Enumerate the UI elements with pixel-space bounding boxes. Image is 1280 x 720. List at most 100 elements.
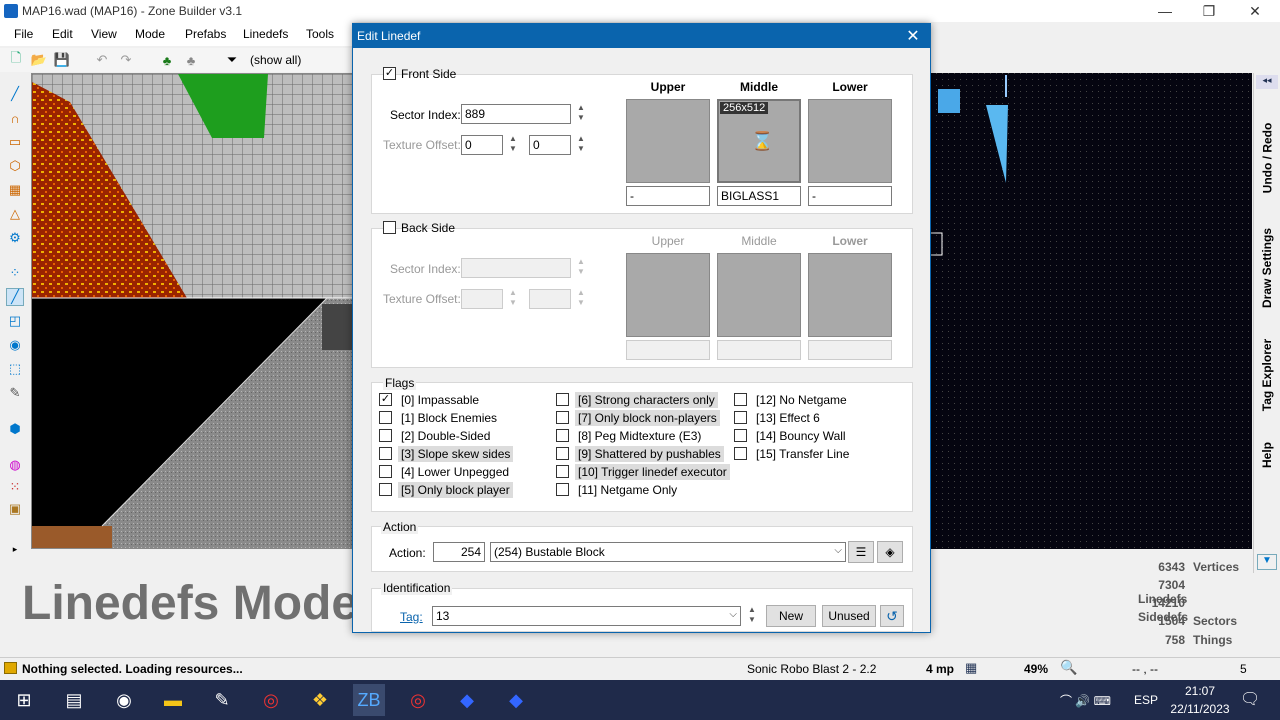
tab-help[interactable]: Help [1255, 430, 1279, 480]
action-browse-button[interactable]: ☰ [848, 541, 874, 563]
back-offset-x-spinner[interactable]: ▲ ▼ [507, 288, 519, 310]
front-lower-texture[interactable] [808, 99, 892, 183]
sectors-mode-icon[interactable]: ◰ [6, 312, 24, 330]
flag-checkbox[interactable] [556, 393, 569, 406]
flag-checkbox[interactable] [734, 429, 747, 442]
flag-checkbox[interactable] [734, 447, 747, 460]
open-map-icon[interactable]: 📂 [30, 51, 48, 69]
front-middle-texture-name[interactable]: BIGLASS1 [717, 186, 801, 206]
flag-checkbox[interactable] [379, 429, 392, 442]
back-middle-texture-name[interactable] [717, 340, 801, 360]
taskbar-srb2-icon[interactable]: ◆ [451, 684, 483, 716]
save-map-icon[interactable]: 💾 [53, 51, 71, 69]
flag-checkbox[interactable]: ✓ [379, 393, 392, 406]
tree-icon[interactable]: ♣ [158, 51, 176, 69]
front-upper-texture-name[interactable]: - [626, 186, 710, 206]
expand-toolstrip-icon[interactable]: ▸ [6, 540, 24, 558]
taskbar-chrome2-icon[interactable]: ◎ [402, 684, 434, 716]
menu-mode[interactable]: Mode [135, 27, 165, 41]
back-side-checkbox[interactable] [383, 221, 396, 234]
edit-mode-icon[interactable]: ✎ [6, 384, 24, 402]
windows-start-icon[interactable]: ⊞ [8, 684, 40, 716]
grid-size-icon[interactable]: ▦ [965, 660, 977, 676]
tab-tag-explorer[interactable]: Tag Explorer [1255, 320, 1279, 430]
flag-row[interactable]: [5] Only block player [379, 481, 559, 498]
status-game[interactable]: Sonic Robo Blast 2 - 2.2 [747, 662, 876, 676]
taskbar-chrome-icon[interactable]: ◎ [255, 684, 287, 716]
taskbar-paint-icon[interactable]: ✎ [206, 684, 238, 716]
gear-tool-icon[interactable]: ⚙ [6, 229, 24, 247]
flag-checkbox[interactable] [379, 411, 392, 424]
back-upper-texture-name[interactable] [626, 340, 710, 360]
flag-row[interactable]: [4] Lower Unpegged [379, 463, 559, 480]
ellipse-tool-icon[interactable]: ⬡ [6, 157, 24, 175]
flag-row[interactable]: [12] No Netgame [734, 391, 904, 408]
menu-view[interactable]: View [91, 27, 117, 41]
status-zoom[interactable]: 49% [1024, 662, 1048, 676]
dialog-close-icon[interactable]: ✕ [901, 26, 925, 46]
map-canvas[interactable] [31, 73, 353, 549]
grid-tool-icon[interactable]: ▦ [6, 181, 24, 199]
flag-row[interactable]: [14] Bouncy Wall [734, 427, 904, 444]
zoom-icon[interactable]: 🔍 [1060, 659, 1077, 676]
front-lower-texture-name[interactable]: - [808, 186, 892, 206]
tree-gray-icon[interactable]: ♣ [182, 51, 200, 69]
flag-checkbox[interactable] [556, 483, 569, 496]
rectangle-tool-icon[interactable]: ▭ [6, 133, 24, 151]
filter-dropdown[interactable]: (show all) [250, 53, 301, 67]
close-window-button[interactable]: ✕ [1240, 2, 1270, 20]
filter-icon[interactable]: ⏷ [223, 51, 241, 69]
tag-spinner[interactable]: ▲ ▼ [746, 605, 758, 627]
flag-checkbox[interactable] [379, 447, 392, 460]
front-offset-x-input[interactable]: 0 [461, 135, 503, 155]
tag-revert-button[interactable]: ↺ [880, 605, 904, 627]
tab-draw-settings[interactable]: Draw Settings [1255, 210, 1279, 325]
taskbar-explorer-icon[interactable]: ▬ [157, 684, 189, 716]
back-offset-y-input[interactable] [529, 289, 571, 309]
front-side-checkbox[interactable]: ✓ [383, 67, 396, 80]
taskbar-app-monitor-icon[interactable]: ▤ [58, 684, 90, 716]
back-offset-x-input[interactable] [461, 289, 503, 309]
back-lower-texture-name[interactable] [808, 340, 892, 360]
restore-button[interactable]: ❐ [1194, 2, 1224, 20]
notifications-icon[interactable]: 🗨 [1240, 689, 1260, 709]
dots-icon[interactable]: ⁙ [6, 478, 24, 496]
back-offset-y-spinner[interactable]: ▲ ▼ [575, 288, 587, 310]
back-upper-texture[interactable] [626, 253, 710, 337]
front-middle-texture[interactable]: 256x512 ⌛ [717, 99, 801, 183]
taskbar-srb2-2-icon[interactable]: ◆ [500, 684, 532, 716]
front-sector-index-input[interactable]: 889 [461, 104, 571, 124]
triangle-tool-icon[interactable]: △ [6, 205, 24, 223]
flag-row[interactable]: [15] Transfer Line [734, 445, 904, 462]
menu-edit[interactable]: Edit [52, 27, 73, 41]
flag-checkbox[interactable] [556, 447, 569, 460]
map-canvas-right[interactable] [930, 73, 1252, 549]
tag-unused-button[interactable]: Unused [822, 605, 876, 627]
front-offset-y-input[interactable]: 0 [529, 135, 571, 155]
taskbar-obs-icon[interactable]: ◉ [108, 684, 140, 716]
things-mode-icon[interactable]: ◉ [6, 336, 24, 354]
menu-tools[interactable]: Tools [306, 27, 334, 41]
flag-row[interactable]: [7] Only block non-players [556, 409, 736, 426]
action-arguments-button[interactable]: ◈ [877, 541, 903, 563]
redo-icon[interactable]: ↷ [117, 51, 135, 69]
status-grid[interactable]: 4 mp [926, 662, 954, 676]
action-select[interactable]: (254) Bustable Block ⌵ [490, 542, 846, 562]
tag-link[interactable]: Tag: [400, 610, 423, 624]
flag-checkbox[interactable] [556, 411, 569, 424]
linedefs-mode-icon[interactable]: ╱ [6, 288, 24, 306]
curve-tool-icon[interactable]: ∩ [6, 109, 24, 127]
color-wheel-icon[interactable]: ◍ [6, 456, 24, 474]
tag-new-button[interactable]: New [766, 605, 816, 627]
flag-row[interactable]: [13] Effect 6 [734, 409, 904, 426]
select-mode-icon[interactable]: ⬚ [6, 360, 24, 378]
tray-time[interactable]: 21:07 [1170, 684, 1230, 698]
undo-icon[interactable]: ↶ [93, 51, 111, 69]
back-sector-index-spinner[interactable]: ▲ ▼ [575, 257, 587, 279]
back-sector-index-input[interactable] [461, 258, 571, 278]
panel-down-icon[interactable]: ▼ [1257, 554, 1277, 570]
taskbar-app-icon[interactable]: ❖ [304, 684, 336, 716]
flag-row[interactable]: [11] Netgame Only [556, 481, 736, 498]
flag-checkbox[interactable] [556, 429, 569, 442]
new-map-icon[interactable]: 🗋 [7, 50, 25, 69]
